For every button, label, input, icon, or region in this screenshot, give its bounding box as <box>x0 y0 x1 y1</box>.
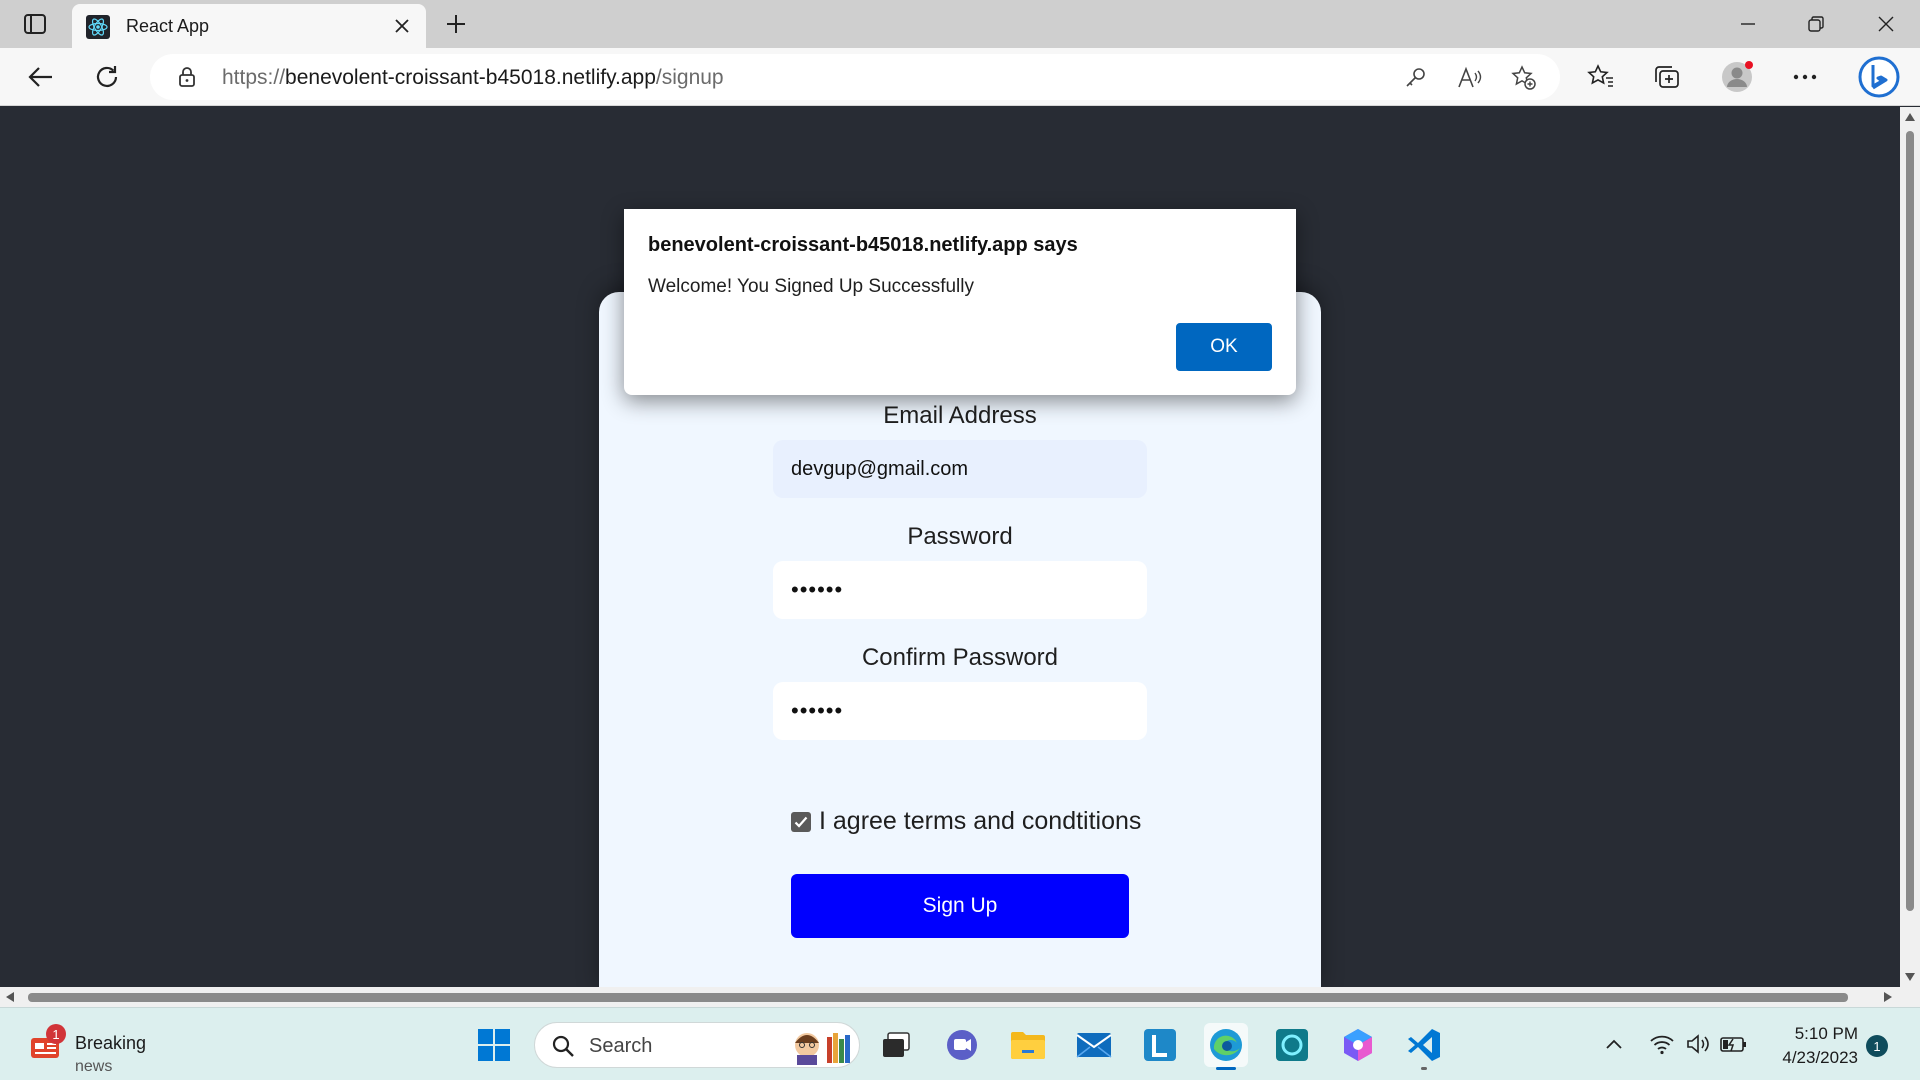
show-hidden-icons-chevron-icon[interactable] <box>1600 1030 1628 1058</box>
mail-icon[interactable] <box>1072 1023 1116 1067</box>
sign-up-button[interactable]: Sign Up <box>791 874 1129 938</box>
alert-dialog: benevolent-croissant-b45018.netlify.app … <box>624 209 1296 395</box>
horizontal-scrollbar[interactable] <box>0 987 1900 1007</box>
scroll-left-arrow-icon[interactable] <box>6 992 14 1002</box>
browser-tab[interactable]: React App <box>72 4 426 48</box>
scroll-down-arrow-icon[interactable] <box>1905 973 1915 981</box>
notification-count-badge[interactable]: 1 <box>1866 1035 1888 1057</box>
react-logo-icon <box>86 15 110 39</box>
agree-terms-label: I agree terms and condtitions <box>819 807 1142 835</box>
clock-time: 5:10 PM <box>1794 1024 1858 1043</box>
start-windows-icon[interactable] <box>472 1023 516 1067</box>
vertical-scrollbar[interactable] <box>1900 107 1920 987</box>
wifi-icon[interactable] <box>1648 1030 1676 1058</box>
clock-date: 4/23/2023 <box>1782 1048 1858 1067</box>
favorites-icon[interactable] <box>1584 60 1618 94</box>
vscode-icon[interactable] <box>1402 1023 1446 1070</box>
edge-browser-icon[interactable] <box>1204 1023 1248 1070</box>
tab-strip: React App <box>0 0 1920 48</box>
vertical-scroll-thumb[interactable] <box>1906 131 1914 911</box>
app-l-icon[interactable] <box>1138 1023 1182 1067</box>
cortana-icon[interactable] <box>1270 1023 1314 1067</box>
bing-copilot-icon[interactable] <box>1858 56 1900 98</box>
agree-terms-row: I agree terms and condtitions <box>791 807 1141 836</box>
signup-card: Email Address Password Confirm Password … <box>599 292 1321 992</box>
volume-icon[interactable] <box>1684 1030 1712 1058</box>
minimize-icon[interactable] <box>1732 10 1764 38</box>
new-tab-icon[interactable] <box>442 10 470 38</box>
dialog-title: benevolent-croissant-b45018.netlify.app … <box>648 234 1078 256</box>
tab-title: React App <box>126 16 210 36</box>
url-text: https://benevolent-croissant-b45018.netl… <box>222 66 724 89</box>
password-label: Password <box>907 523 1013 550</box>
confirm-password-label: Confirm Password <box>861 644 1059 671</box>
task-view-icon[interactable] <box>874 1023 918 1067</box>
scrollbar-corner <box>1900 987 1920 1007</box>
read-aloud-icon[interactable] <box>1456 64 1484 92</box>
refresh-icon[interactable] <box>90 60 124 94</box>
news-widget[interactable]: 1 Breaking news <box>26 1020 166 1075</box>
back-arrow-icon[interactable] <box>24 60 58 94</box>
key-icon[interactable] <box>1402 64 1430 92</box>
close-window-icon[interactable] <box>1870 10 1902 38</box>
navigation-bar: https://benevolent-croissant-b45018.netl… <box>0 48 1920 106</box>
password-field[interactable] <box>773 561 1147 619</box>
taskbar: 1 Breaking news Search 5:10 PM 4/23/2023… <box>0 1007 1920 1080</box>
more-options-icon[interactable] <box>1788 60 1822 94</box>
confirm-password-field[interactable] <box>773 682 1147 740</box>
email-field[interactable] <box>773 440 1147 498</box>
dialog-message: Welcome! You Signed Up Successfully <box>648 276 974 297</box>
horizontal-scroll-thumb[interactable] <box>28 993 1848 1002</box>
file-explorer-icon[interactable] <box>1006 1023 1050 1067</box>
scroll-right-arrow-icon[interactable] <box>1884 992 1892 1002</box>
collections-icon[interactable] <box>1650 60 1684 94</box>
dialog-ok-button[interactable]: OK <box>1176 323 1272 371</box>
news-badge: 1 <box>46 1024 66 1044</box>
taskbar-search-box[interactable]: Search <box>534 1022 860 1068</box>
email-label: Email Address <box>883 402 1037 429</box>
battery-icon[interactable] <box>1720 1030 1748 1058</box>
lock-icon[interactable] <box>176 66 198 88</box>
profile-avatar-icon[interactable] <box>1720 60 1754 94</box>
copilot-app-icon[interactable] <box>1336 1023 1380 1067</box>
search-placeholder: Search <box>589 1035 653 1057</box>
close-tab-icon[interactable] <box>390 14 414 38</box>
address-bar[interactable]: https://benevolent-croissant-b45018.netl… <box>150 54 1560 100</box>
agree-terms-checkbox[interactable] <box>791 811 811 832</box>
news-widget-subtitle: news <box>75 1058 113 1075</box>
news-widget-title: Breaking <box>75 1033 147 1053</box>
page-viewport: Email Address Password Confirm Password … <box>0 107 1900 992</box>
tab-actions-icon[interactable] <box>18 10 52 38</box>
scroll-up-arrow-icon[interactable] <box>1905 113 1915 121</box>
teams-chat-icon[interactable] <box>940 1023 984 1067</box>
taskbar-clock[interactable]: 5:10 PM 4/23/2023 <box>1762 1022 1858 1070</box>
restore-icon[interactable] <box>1800 10 1832 38</box>
add-favorite-icon[interactable] <box>1510 64 1538 92</box>
search-icon <box>552 1035 574 1057</box>
search-highlight-icon <box>795 1033 850 1065</box>
